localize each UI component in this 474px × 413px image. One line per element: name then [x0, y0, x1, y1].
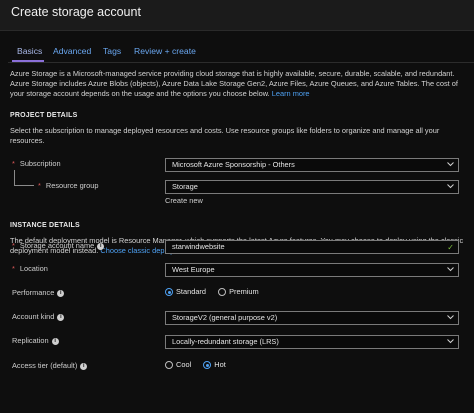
- project-details-description: Select the subscription to manage deploy…: [10, 126, 440, 145]
- info-icon[interactable]: i: [57, 313, 65, 321]
- location-label-text: Location: [19, 264, 48, 273]
- account-kind-label: Account kind i: [12, 312, 65, 322]
- radio-selected-icon: [165, 288, 173, 297]
- learn-more-link[interactable]: Learn more: [272, 89, 310, 98]
- chevron-down-icon: [447, 161, 454, 167]
- checkmark-icon: ✓: [447, 243, 454, 252]
- tree-connector-horizontal: [14, 185, 34, 186]
- location-dropdown[interactable]: West Europe: [165, 263, 459, 277]
- info-icon[interactable]: i: [97, 242, 105, 250]
- required-marker: *: [12, 159, 15, 168]
- performance-premium-label: Premium: [229, 287, 259, 297]
- radio-unselected-icon: [218, 288, 227, 297]
- chevron-down-icon: [447, 183, 454, 189]
- access-tier-hot-label: Hot: [214, 360, 226, 370]
- access-tier-hot-radio[interactable]: Hot: [203, 360, 226, 370]
- subscription-label-text: Subscription: [19, 159, 61, 168]
- chevron-down-icon: [447, 338, 454, 344]
- tab-tags[interactable]: Tags: [103, 46, 121, 58]
- location-value: West Europe: [172, 265, 215, 274]
- tab-basics[interactable]: Basics: [17, 46, 42, 58]
- tree-connector-vertical: [14, 170, 15, 185]
- intro-text: Azure Storage is a Microsoft-managed ser…: [10, 69, 466, 99]
- info-icon[interactable]: i: [80, 362, 88, 370]
- replication-label-text: Replication: [12, 336, 49, 345]
- access-tier-label-text: Access tier (default): [12, 361, 78, 370]
- required-marker: *: [38, 181, 41, 190]
- replication-value: Locally-redundant storage (LRS): [172, 337, 279, 346]
- subscription-dropdown[interactable]: Microsoft Azure Sponsorship - Others: [165, 158, 459, 172]
- radio-selected-icon: [203, 361, 212, 370]
- chevron-down-icon: [447, 314, 454, 320]
- performance-label-text: Performance: [12, 288, 55, 297]
- required-marker: *: [12, 264, 15, 273]
- intro-paragraph: Azure Storage is a Microsoft-managed ser…: [10, 69, 458, 98]
- replication-label: Replication i: [12, 336, 59, 346]
- chevron-down-icon: [447, 266, 454, 272]
- storage-account-name-input[interactable]: starwindwebsite ✓: [165, 240, 459, 254]
- replication-dropdown[interactable]: Locally-redundant storage (LRS): [165, 335, 459, 349]
- resource-group-value: Storage: [172, 182, 198, 191]
- access-tier-label: Access tier (default) i: [12, 361, 88, 371]
- account-kind-label-text: Account kind: [12, 312, 55, 321]
- tab-review-create[interactable]: Review + create: [134, 46, 196, 58]
- storage-account-name-label: * Storage account name i: [12, 241, 105, 251]
- project-details-heading: PROJECT DETAILS: [10, 112, 78, 119]
- page-title: Create storage account: [11, 5, 141, 19]
- tab-advanced[interactable]: Advanced: [53, 46, 91, 58]
- storage-account-name-label-text: Storage account name: [19, 241, 95, 250]
- resource-group-label-text: Resource group: [45, 181, 99, 190]
- required-marker: *: [12, 241, 15, 250]
- create-new-link[interactable]: Create new: [165, 196, 203, 206]
- resource-group-label: * Resource group: [38, 181, 98, 191]
- performance-standard-label: Standard: [176, 287, 206, 297]
- performance-standard-radio[interactable]: Standard: [165, 287, 206, 297]
- title-bar: Create storage account: [0, 0, 474, 31]
- access-tier-radio-group: Cool Hot: [165, 360, 236, 370]
- info-icon[interactable]: i: [51, 337, 59, 345]
- access-tier-cool-radio[interactable]: Cool: [165, 360, 191, 370]
- subscription-label: * Subscription: [12, 159, 61, 169]
- location-label: * Location: [12, 264, 48, 274]
- performance-premium-radio[interactable]: Premium: [218, 287, 259, 297]
- performance-label: Performance i: [12, 288, 65, 298]
- access-tier-cool-label: Cool: [176, 360, 192, 370]
- tab-divider: [8, 62, 474, 63]
- instance-details-heading: INSTANCE DETAILS: [10, 222, 80, 229]
- info-icon[interactable]: i: [57, 289, 65, 297]
- radio-unselected-icon: [165, 361, 173, 370]
- subscription-value: Microsoft Azure Sponsorship - Others: [172, 160, 295, 169]
- resource-group-dropdown[interactable]: Storage: [165, 180, 459, 194]
- storage-account-name-value: starwindwebsite: [172, 242, 225, 251]
- performance-radio-group: Standard Premium: [165, 287, 269, 297]
- account-kind-value: StorageV2 (general purpose v2): [172, 313, 278, 322]
- account-kind-dropdown[interactable]: StorageV2 (general purpose v2): [165, 311, 459, 325]
